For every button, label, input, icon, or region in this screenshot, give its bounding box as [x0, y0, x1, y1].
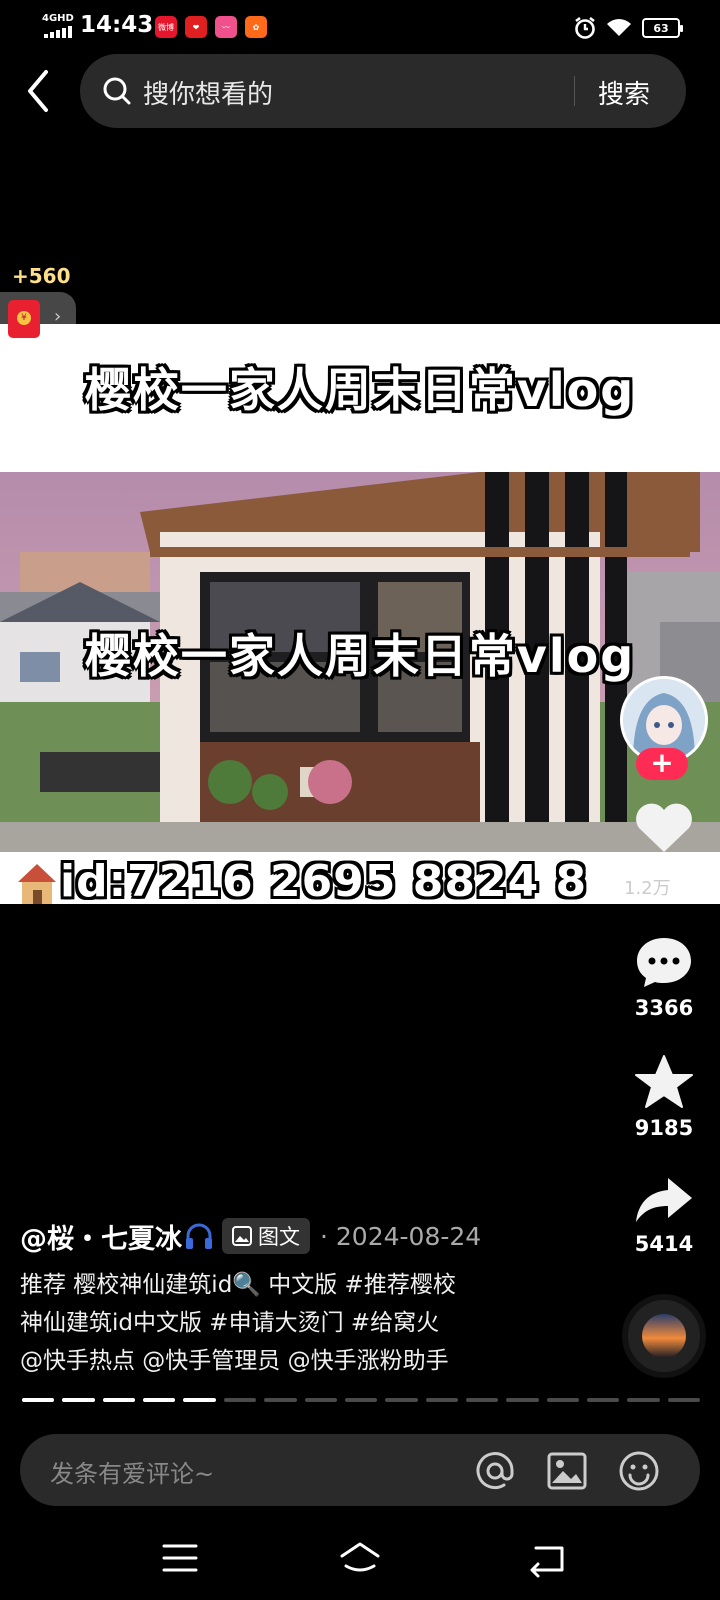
search-button[interactable]: 搜索 — [598, 74, 650, 111]
progress-segment — [143, 1398, 176, 1402]
status-bar: 4GHD 14:43 微博 ❤ 〰 ✿ 63 — [0, 0, 720, 56]
battery-level: 63 — [653, 21, 669, 35]
caption-line: 推荐 樱校神仙建筑id🔍 中文版 #推荐樱校 — [20, 1272, 456, 1298]
emoji-icon[interactable] — [618, 1450, 660, 1492]
progress-segment — [385, 1398, 418, 1402]
house-screenshot[interactable]: 樱校一家人周末日常vlog — [0, 472, 720, 852]
caption-line: 神仙建筑id中文版 #申请大烫门 #给窝火 — [20, 1310, 440, 1336]
share-count: 5414 — [634, 1232, 694, 1256]
reward-widget[interactable]: › — [0, 292, 76, 350]
progress-segment — [587, 1398, 620, 1402]
image-text-badge: 图文 — [222, 1218, 310, 1254]
app-kuaishou-icon: ✿ — [245, 16, 267, 38]
progress-segment — [546, 1398, 580, 1402]
progress-segment — [425, 1398, 458, 1402]
favorite-count: 9185 — [634, 1116, 694, 1140]
menu-nav-icon[interactable] — [158, 1536, 202, 1580]
progress-segment — [506, 1398, 539, 1402]
search-bar[interactable]: 搜你想看的 搜索 — [80, 54, 686, 128]
heart-icon — [636, 803, 692, 852]
comment-button[interactable]: 3366 — [620, 934, 708, 1020]
image-progress-bar — [22, 1398, 701, 1402]
alarm-icon — [575, 16, 595, 39]
comment-count: 3366 — [634, 996, 694, 1020]
overlay-title: 樱校一家人周末日常vlog — [84, 629, 636, 683]
music-disc-icon — [642, 1314, 686, 1358]
progress-segment — [102, 1398, 136, 1402]
comment-bar: 发条有爱评论~ — [20, 1434, 700, 1506]
progress-segment — [667, 1398, 701, 1402]
search-icon — [103, 77, 131, 105]
progress-segment — [465, 1398, 499, 1402]
app-live-icon: 〰 — [215, 16, 237, 38]
image-icon — [232, 1226, 252, 1246]
progress-segment — [62, 1398, 95, 1402]
clock: 14:43 — [80, 12, 154, 38]
progress-segment — [304, 1398, 337, 1402]
wifi-icon — [607, 19, 631, 36]
post-image-title: 樱校一家人周末日常vlog — [84, 363, 636, 417]
battery-icon: 63 — [642, 18, 683, 38]
signal-icon — [44, 26, 72, 38]
app-heart-icon: ❤ — [185, 16, 207, 38]
progress-segment — [223, 1398, 257, 1402]
search-input[interactable]: 搜你想看的 — [143, 74, 273, 111]
game-id: id:7216 2695 8824 8 — [60, 856, 588, 904]
post-date: · 2024-08-24 — [320, 1221, 482, 1251]
author-name[interactable]: @桜・七夏冰 — [20, 1217, 182, 1256]
progress-segment — [264, 1398, 297, 1402]
progress-segment — [22, 1398, 55, 1402]
progress-segment — [183, 1398, 216, 1402]
star-icon — [635, 1055, 693, 1108]
home-nav-icon[interactable] — [338, 1536, 382, 1580]
share-button[interactable]: 5414 — [620, 1174, 708, 1256]
music-disc[interactable] — [622, 1294, 706, 1378]
back-nav-icon[interactable] — [526, 1536, 570, 1580]
image-picker-icon[interactable] — [546, 1450, 588, 1492]
red-envelope-icon — [8, 300, 40, 338]
search-divider — [574, 76, 575, 106]
comment-input[interactable]: 发条有爱评论~ — [50, 1454, 214, 1489]
progress-segment — [344, 1398, 378, 1402]
id-strip: id:7216 2695 8824 8 — [0, 852, 720, 904]
mention-icon[interactable] — [474, 1450, 516, 1492]
notification-icons: 微博 ❤ 〰 ✿ — [155, 16, 267, 38]
title-card: 樱校一家人周末日常vlog — [0, 324, 720, 472]
progress-segment — [627, 1398, 660, 1402]
reward-amount: +560 — [12, 264, 71, 288]
favorite-button[interactable]: 9185 — [620, 1054, 708, 1140]
like-button[interactable] — [620, 800, 708, 854]
like-count: 1.2万 — [624, 878, 671, 899]
share-arrow-icon — [636, 1178, 692, 1222]
caption-line: @快手热点 @快手管理员 @快手涨粉助手 — [20, 1348, 449, 1374]
post-caption[interactable]: 推荐 樱校神仙建筑id🔍 中文版 #推荐樱校 神仙建筑id中文版 #申请大烫门 … — [20, 1266, 580, 1380]
back-arrow-icon[interactable] — [20, 68, 60, 114]
author-row: @桜・七夏冰 图文 · 2024-08-24 — [20, 1216, 481, 1256]
chevron-right-icon: › — [54, 306, 62, 327]
house-emoji-icon — [18, 864, 56, 904]
headphones-icon — [186, 1223, 212, 1249]
network-type: 4GHD — [42, 13, 74, 24]
comment-icon — [637, 938, 691, 987]
follow-button[interactable]: + — [636, 748, 688, 780]
badge-label: 图文 — [258, 1225, 300, 1249]
system-indicators: 63 — [574, 16, 683, 40]
app-weibo-icon: 微博 — [155, 16, 177, 38]
